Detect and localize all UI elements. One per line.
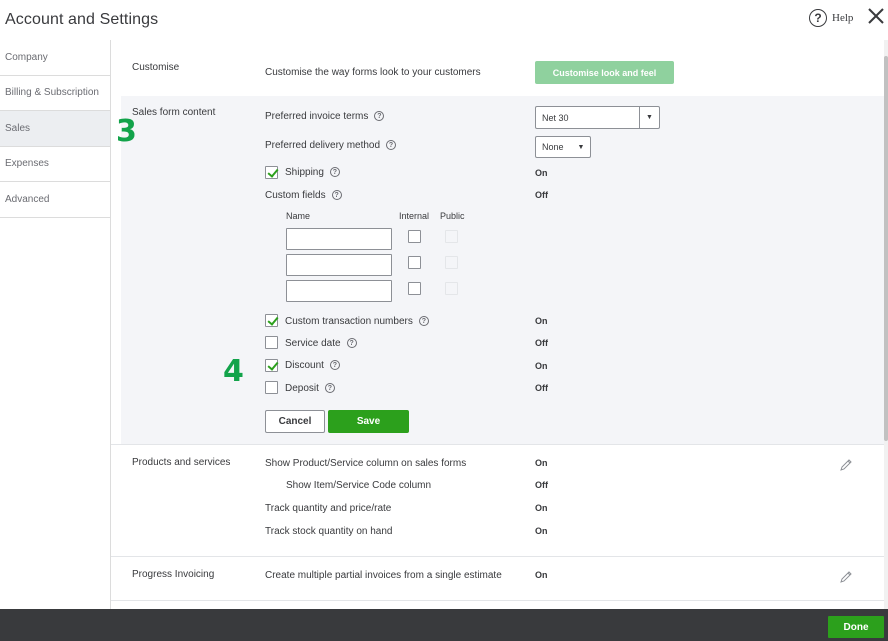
discount-row: Discount? xyxy=(285,360,340,371)
service-date-row: Service date? xyxy=(285,338,357,349)
annotation-step-4: 4 xyxy=(223,354,244,389)
products-row-status: On xyxy=(535,458,548,468)
discount-status: On xyxy=(535,361,548,371)
edit-pencil-icon[interactable] xyxy=(839,570,853,584)
cancel-button[interactable]: Cancel xyxy=(265,410,325,433)
progress-invoicing-status: On xyxy=(535,570,548,580)
custom-fields-label: Custom fields xyxy=(265,190,326,201)
products-row-status: On xyxy=(535,503,548,513)
customise-description: Customise the way forms look to your cus… xyxy=(265,67,481,78)
question-icon[interactable]: ? xyxy=(329,167,340,178)
sidebar-item-advanced[interactable]: Advanced xyxy=(0,182,110,218)
annotation-step-3: 3 xyxy=(116,114,137,149)
delivery-method-value: None xyxy=(542,142,564,152)
settings-content: Customise Customise the way forms look t… xyxy=(111,40,884,609)
custom-fields-col-name: Name xyxy=(286,211,311,221)
delivery-method-select[interactable]: None ▼ xyxy=(535,136,591,158)
dialog-footer: Done xyxy=(0,609,888,641)
sidebar-item-billing[interactable]: Billing & Subscription xyxy=(0,76,110,111)
preferred-delivery-row: Preferred delivery method? xyxy=(265,140,397,151)
products-services-section-title: Products and services xyxy=(132,457,231,468)
products-row-status: On xyxy=(535,526,548,536)
custom-transaction-numbers-row: Custom transaction numbers? xyxy=(285,316,429,327)
settings-sidebar: Company Billing & Subscription Sales Exp… xyxy=(0,40,111,609)
chevron-down-icon[interactable]: ▼ xyxy=(572,137,590,157)
question-icon[interactable]: ? xyxy=(346,338,357,349)
preferred-invoice-terms-row: Preferred invoice terms? xyxy=(265,111,385,122)
sales-form-section-title: Sales form content xyxy=(132,107,216,118)
progress-invoicing-description: Create multiple partial invoices from a … xyxy=(265,570,502,581)
custom-fields-row: Custom fields? xyxy=(265,190,342,201)
customise-look-button[interactable]: Customise look and feel xyxy=(535,61,674,84)
products-row-label: Track stock quantity on hand xyxy=(265,526,393,537)
question-icon[interactable]: ? xyxy=(324,383,335,394)
question-icon[interactable]: ? xyxy=(386,140,397,151)
save-button[interactable]: Save xyxy=(328,410,409,433)
question-icon[interactable]: ? xyxy=(329,360,340,371)
custom-fields-col-public: Public xyxy=(440,211,465,221)
customise-section-title: Customise xyxy=(132,62,180,73)
custom-field-name-input-1[interactable] xyxy=(286,228,392,250)
deposit-checkbox[interactable] xyxy=(265,381,278,394)
custom-field-public-checkbox-3 xyxy=(445,282,458,295)
custom-transaction-numbers-label: Custom transaction numbers xyxy=(285,316,413,327)
dialog-title: Account and Settings xyxy=(5,11,159,28)
progress-invoicing-section-title: Progress Invoicing xyxy=(132,569,215,580)
preferred-delivery-label: Preferred delivery method xyxy=(265,140,381,151)
deposit-status: Off xyxy=(535,383,548,393)
shipping-row: Shipping? xyxy=(285,167,340,178)
shipping-checkbox[interactable] xyxy=(265,166,278,179)
edit-pencil-icon[interactable] xyxy=(839,458,853,472)
custom-transaction-numbers-status: On xyxy=(535,316,548,326)
close-icon[interactable] xyxy=(865,5,887,27)
shipping-status: On xyxy=(535,168,548,178)
products-row-status: Off xyxy=(535,480,548,490)
deposit-row: Deposit? xyxy=(285,383,335,394)
custom-field-internal-checkbox-2[interactable] xyxy=(408,256,421,269)
custom-transaction-numbers-checkbox[interactable] xyxy=(265,314,278,327)
products-row-label: Show Item/Service Code column xyxy=(286,480,432,491)
content-scrollbar[interactable] xyxy=(884,40,888,609)
done-button[interactable]: Done xyxy=(828,616,884,638)
dialog-header: Account and Settings ? Help xyxy=(0,0,888,40)
custom-fields-col-internal: Internal xyxy=(399,211,430,221)
shipping-label: Shipping xyxy=(285,167,324,178)
discount-label: Discount xyxy=(285,360,324,371)
products-row-label: Show Product/Service column on sales for… xyxy=(265,458,467,469)
service-date-checkbox[interactable] xyxy=(265,336,278,349)
help-link[interactable]: ? Help xyxy=(809,9,853,27)
discount-checkbox[interactable] xyxy=(265,359,278,372)
sidebar-item-sales[interactable]: Sales xyxy=(0,111,110,147)
custom-field-internal-checkbox-1[interactable] xyxy=(408,230,421,243)
invoice-terms-value: Net 30 xyxy=(542,112,569,123)
chevron-down-icon[interactable]: ▼ xyxy=(639,107,659,128)
help-icon[interactable]: ? xyxy=(809,9,827,27)
service-date-status: Off xyxy=(535,338,548,348)
sidebar-item-expenses[interactable]: Expenses xyxy=(0,147,110,182)
sidebar-item-company[interactable]: Company xyxy=(0,40,110,76)
custom-field-public-checkbox-1 xyxy=(445,230,458,243)
invoice-terms-select[interactable]: Net 30 ▼ xyxy=(535,106,660,129)
custom-field-name-input-2[interactable] xyxy=(286,254,392,276)
products-row-label: Track quantity and price/rate xyxy=(265,503,392,514)
scrollbar-thumb[interactable] xyxy=(884,56,888,441)
custom-fields-status: Off xyxy=(535,190,548,200)
custom-field-public-checkbox-2 xyxy=(445,256,458,269)
divider xyxy=(111,556,884,557)
question-icon[interactable]: ? xyxy=(374,111,385,122)
divider xyxy=(111,444,884,445)
service-date-label: Service date xyxy=(285,338,341,349)
preferred-invoice-terms-label: Preferred invoice terms xyxy=(265,111,369,122)
divider xyxy=(111,600,884,601)
custom-field-internal-checkbox-3[interactable] xyxy=(408,282,421,295)
question-icon[interactable]: ? xyxy=(331,190,342,201)
sales-form-content-panel xyxy=(121,96,884,445)
help-label[interactable]: Help xyxy=(832,12,853,24)
deposit-label: Deposit xyxy=(285,383,319,394)
custom-field-name-input-3[interactable] xyxy=(286,280,392,302)
question-icon[interactable]: ? xyxy=(418,316,429,327)
